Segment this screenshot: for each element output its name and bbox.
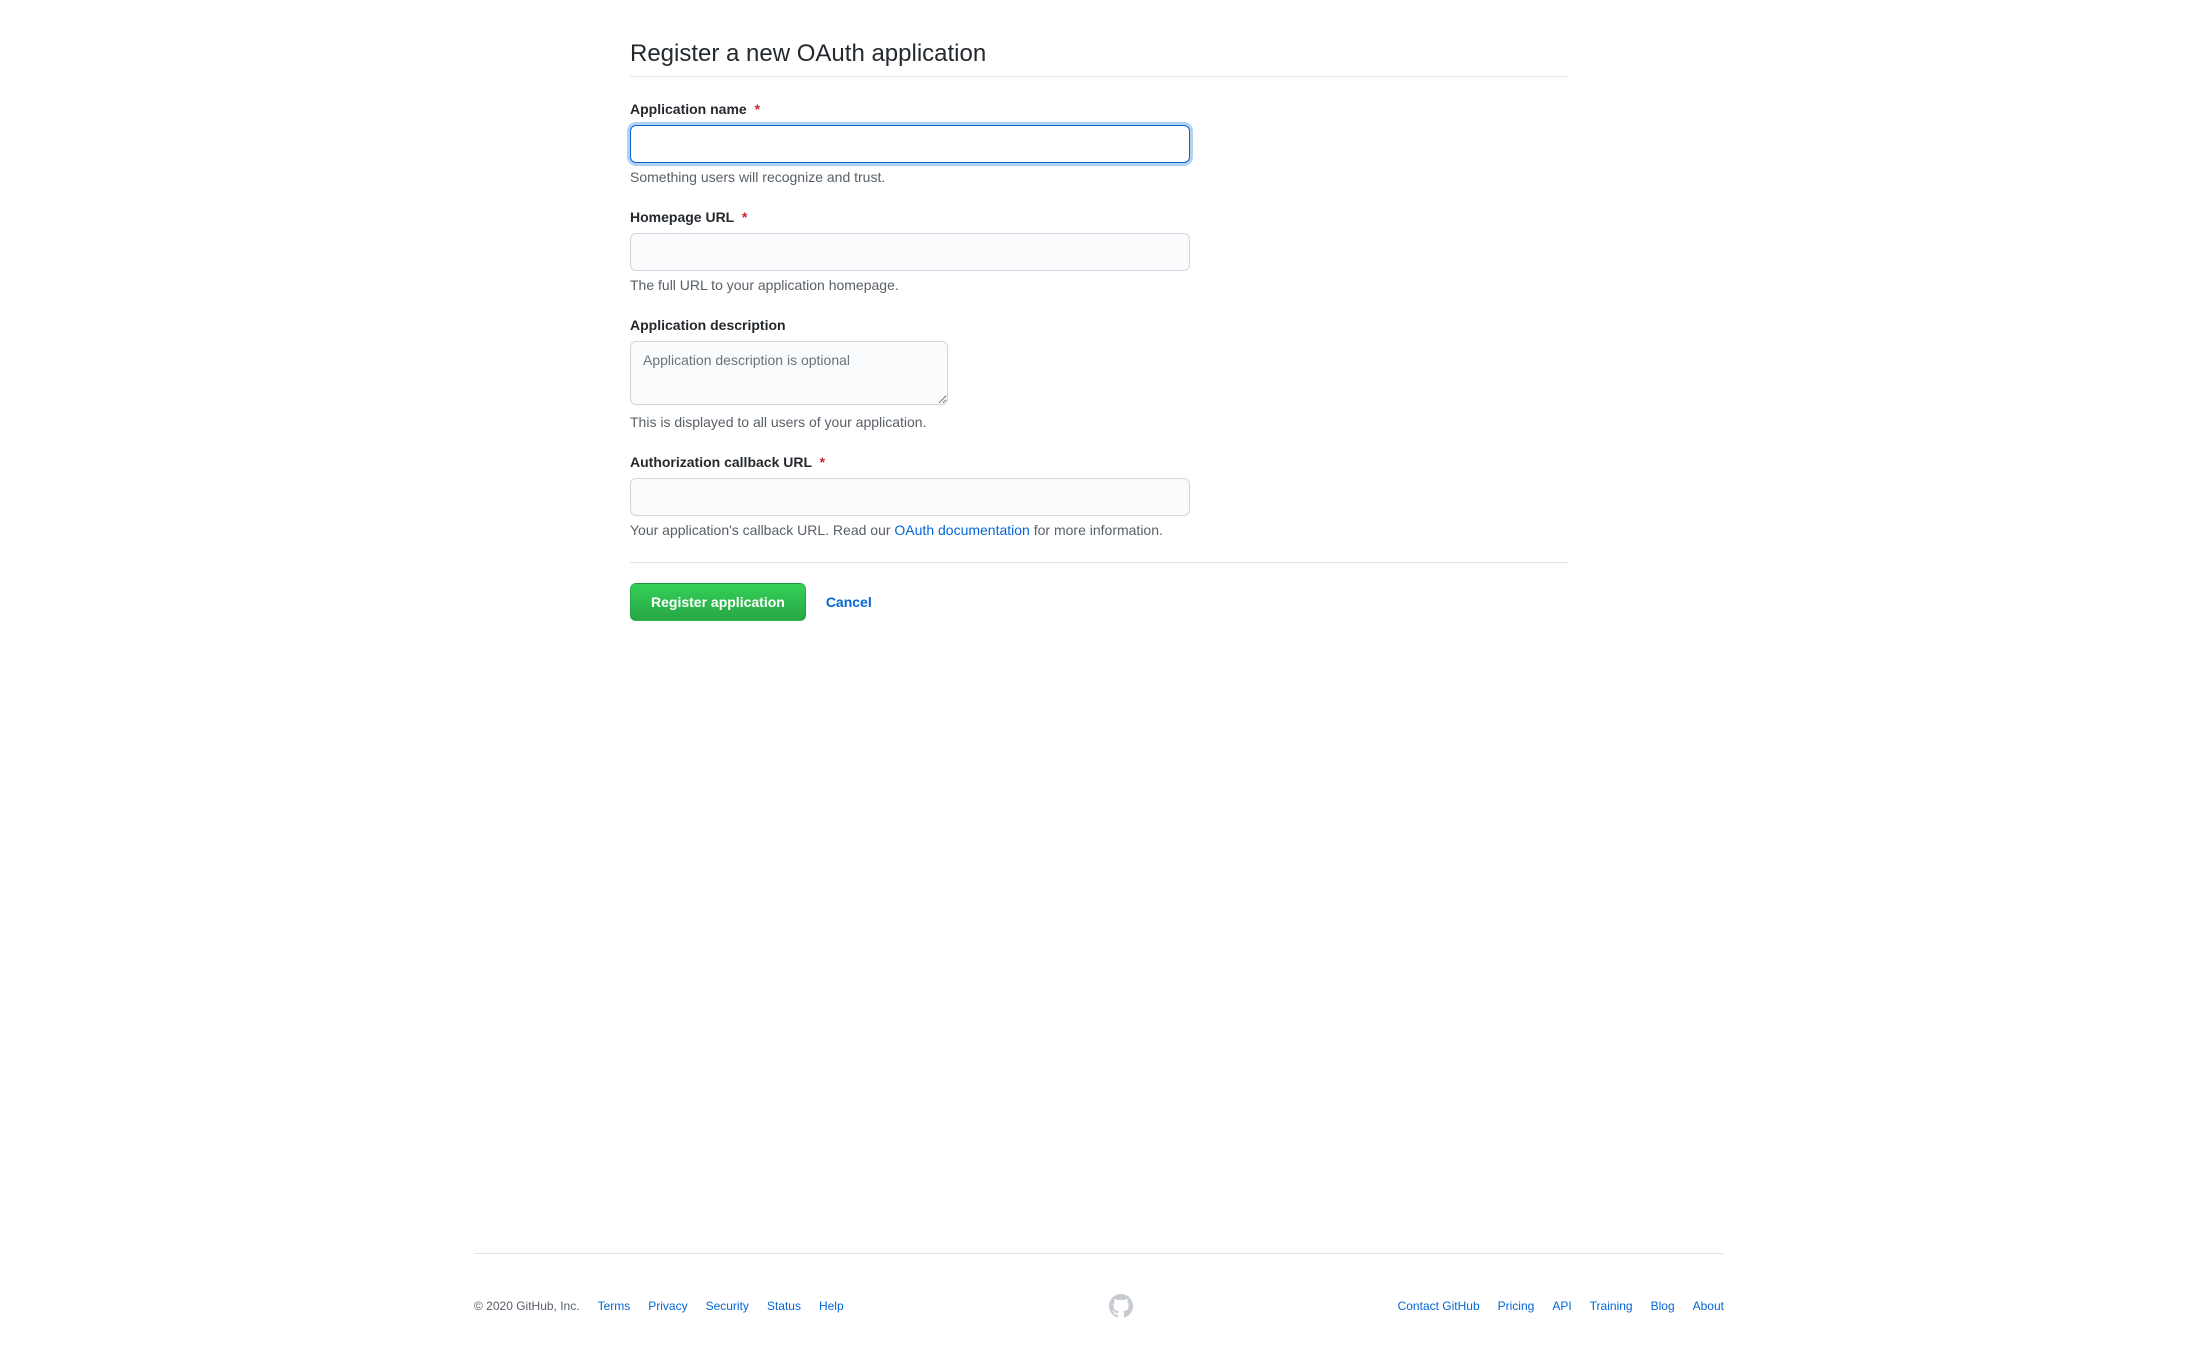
- callback-url-group: Authorization callback URL * Your applic…: [630, 454, 1568, 538]
- callback-url-label-text: Authorization callback URL: [630, 454, 812, 470]
- footer-center: [1109, 1294, 1133, 1318]
- footer-terms-link[interactable]: Terms: [598, 1299, 631, 1313]
- page-title: Register a new OAuth application: [630, 40, 1568, 77]
- callback-url-help: Your application's callback URL. Read ou…: [630, 522, 1568, 538]
- app-description-label: Application description: [630, 317, 1568, 333]
- footer-about-link[interactable]: About: [1693, 1299, 1724, 1313]
- footer: © 2020 GitHub, Inc. Terms Privacy Securi…: [474, 1253, 1724, 1358]
- app-name-label: Application name *: [630, 101, 1568, 117]
- footer-blog-link[interactable]: Blog: [1651, 1299, 1675, 1313]
- footer-copyright: © 2020 GitHub, Inc.: [474, 1299, 580, 1313]
- homepage-url-group: Homepage URL * The full URL to your appl…: [630, 209, 1568, 293]
- register-application-button[interactable]: Register application: [630, 583, 806, 621]
- callback-url-help-suffix: for more information.: [1030, 522, 1163, 538]
- homepage-url-label-text: Homepage URL: [630, 209, 734, 225]
- homepage-url-help: The full URL to your application homepag…: [630, 277, 1568, 293]
- footer-contact-link[interactable]: Contact GitHub: [1398, 1299, 1480, 1313]
- app-description-group: Application description This is displaye…: [630, 317, 1568, 430]
- required-asterisk: *: [742, 209, 747, 225]
- app-name-group: Application name * Something users will …: [630, 101, 1568, 185]
- callback-url-help-prefix: Your application's callback URL. Read ou…: [630, 522, 894, 538]
- footer-training-link[interactable]: Training: [1590, 1299, 1633, 1313]
- footer-right: Contact GitHub Pricing API Training Blog…: [1398, 1299, 1724, 1313]
- footer-security-link[interactable]: Security: [706, 1299, 749, 1313]
- callback-url-input[interactable]: [630, 478, 1190, 516]
- app-description-textarea[interactable]: [630, 341, 948, 405]
- cancel-button[interactable]: Cancel: [826, 594, 872, 610]
- app-name-help: Something users will recognize and trust…: [630, 169, 1568, 185]
- footer-left: © 2020 GitHub, Inc. Terms Privacy Securi…: [474, 1299, 844, 1313]
- oauth-documentation-link[interactable]: OAuth documentation: [894, 522, 1029, 538]
- footer-help-link[interactable]: Help: [819, 1299, 844, 1313]
- footer-api-link[interactable]: API: [1552, 1299, 1571, 1313]
- required-asterisk: *: [755, 101, 760, 117]
- footer-privacy-link[interactable]: Privacy: [648, 1299, 687, 1313]
- app-description-help: This is displayed to all users of your a…: [630, 414, 1568, 430]
- app-name-label-text: Application name: [630, 101, 747, 117]
- footer-status-link[interactable]: Status: [767, 1299, 801, 1313]
- form-actions: Register application Cancel: [630, 562, 1568, 621]
- oauth-registration-form: Application name * Something users will …: [630, 101, 1568, 621]
- app-name-input[interactable]: [630, 125, 1190, 163]
- app-description-label-text: Application description: [630, 317, 786, 333]
- homepage-url-label: Homepage URL *: [630, 209, 1568, 225]
- footer-pricing-link[interactable]: Pricing: [1498, 1299, 1535, 1313]
- homepage-url-input[interactable]: [630, 233, 1190, 271]
- callback-url-label: Authorization callback URL *: [630, 454, 1568, 470]
- required-asterisk: *: [820, 454, 825, 470]
- github-logo-icon[interactable]: [1109, 1294, 1133, 1318]
